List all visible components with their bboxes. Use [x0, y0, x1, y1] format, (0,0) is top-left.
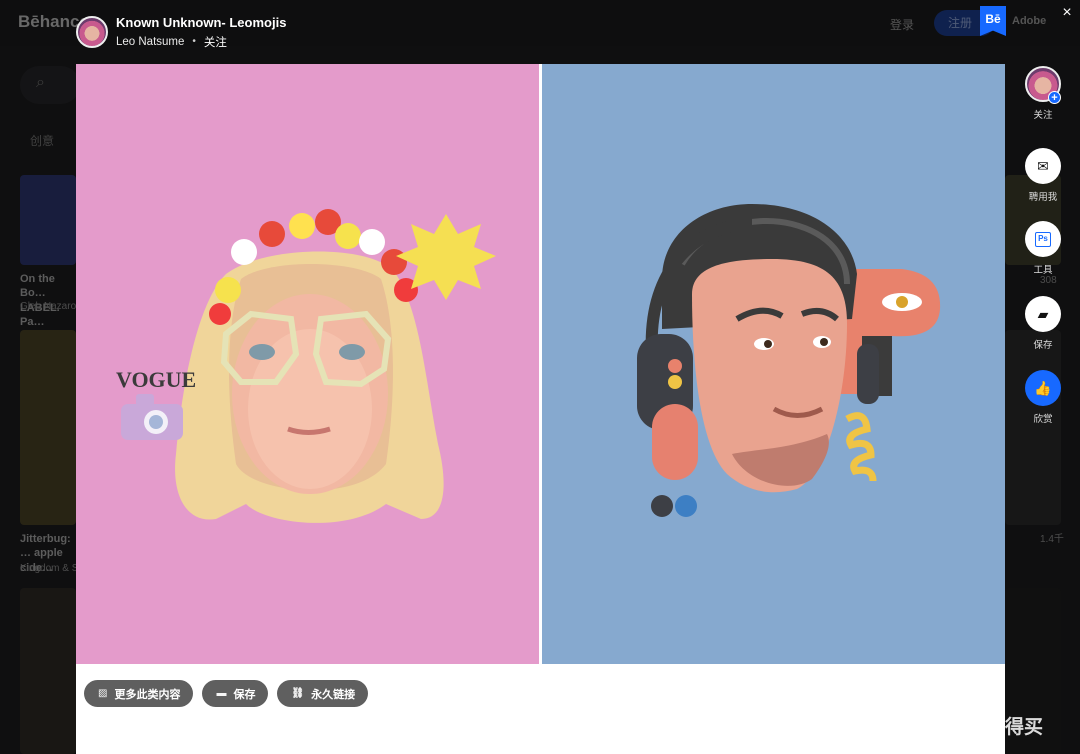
author-line: Leo Natsume • 关注	[116, 34, 286, 50]
side-hire[interactable]: ✉ 聘用我	[1020, 148, 1066, 203]
artwork-right-panel	[542, 64, 1005, 664]
thumbs-up-icon[interactable]: 👍	[1025, 370, 1061, 406]
folder-icon: ▬	[216, 688, 227, 699]
watermark-text: 什么值得买	[948, 716, 1044, 738]
side-save[interactable]: ▰ 保存	[1020, 296, 1066, 351]
side-follow[interactable]: + 关注	[1020, 66, 1066, 121]
artwork-left-panel: VOGUE	[76, 64, 539, 664]
follow-link[interactable]: 关注	[204, 34, 227, 50]
folder-icon[interactable]: ▰	[1025, 296, 1061, 332]
photoshop-icon: Ps	[1035, 231, 1051, 247]
female-avatar-illustration: VOGUE	[116, 209, 496, 523]
separator-dot: •	[192, 36, 196, 47]
side-appreciate[interactable]: 👍 欣赏	[1020, 370, 1066, 425]
project-action-bar: ▨ 更多此类内容 ▬ 保存 ⛓ 永久链接	[84, 680, 369, 707]
project-header-text: Known Unknown- Leomojis Leo Natsume • 关注	[116, 15, 286, 50]
more-like-this-label: 更多此类内容	[114, 688, 181, 701]
author-avatar[interactable]	[76, 16, 108, 48]
page: Bēhance 登录 注册 Adobe ⌕ 创意 On the Bo… LABE…	[0, 0, 1080, 754]
vogue-text: VOGUE	[116, 367, 196, 392]
side-hire-label: 聘用我	[1028, 192, 1058, 203]
side-author-avatar[interactable]: +	[1025, 66, 1061, 104]
mail-icon[interactable]: ✉	[1025, 148, 1061, 184]
watermark-logo: 值	[912, 710, 942, 740]
project-content: VOGUE ▨ 更多此类内容 ▬ 保存 ⛓ 永久链接	[76, 64, 1005, 754]
permalink-label: 永久链接	[311, 688, 356, 701]
save-label: 保存	[233, 688, 256, 701]
link-icon: ⛓	[291, 688, 305, 699]
site-watermark: 值 什么值得买	[912, 710, 1043, 740]
side-appreciate-label: 欣赏	[1033, 414, 1053, 425]
save-button[interactable]: ▬ 保存	[202, 680, 269, 707]
project-header: Known Unknown- Leomojis Leo Natsume • 关注	[76, 10, 286, 54]
author-name[interactable]: Leo Natsume	[116, 36, 184, 48]
side-follow-label: 关注	[1033, 110, 1053, 121]
tools-button[interactable]: Ps	[1025, 221, 1061, 257]
male-avatar-illustration	[637, 204, 941, 517]
close-button[interactable]: ×	[1058, 4, 1076, 22]
side-tools[interactable]: Ps 工具	[1020, 221, 1066, 276]
image-icon: ▨	[98, 688, 108, 699]
side-save-label: 保存	[1033, 340, 1053, 351]
side-tools-label: 工具	[1033, 265, 1053, 276]
plus-icon: +	[1048, 91, 1061, 104]
permalink-button[interactable]: ⛓ 永久链接	[277, 680, 369, 707]
project-title: Known Unknown- Leomojis	[116, 14, 287, 30]
more-like-this-button[interactable]: ▨ 更多此类内容	[84, 680, 194, 707]
